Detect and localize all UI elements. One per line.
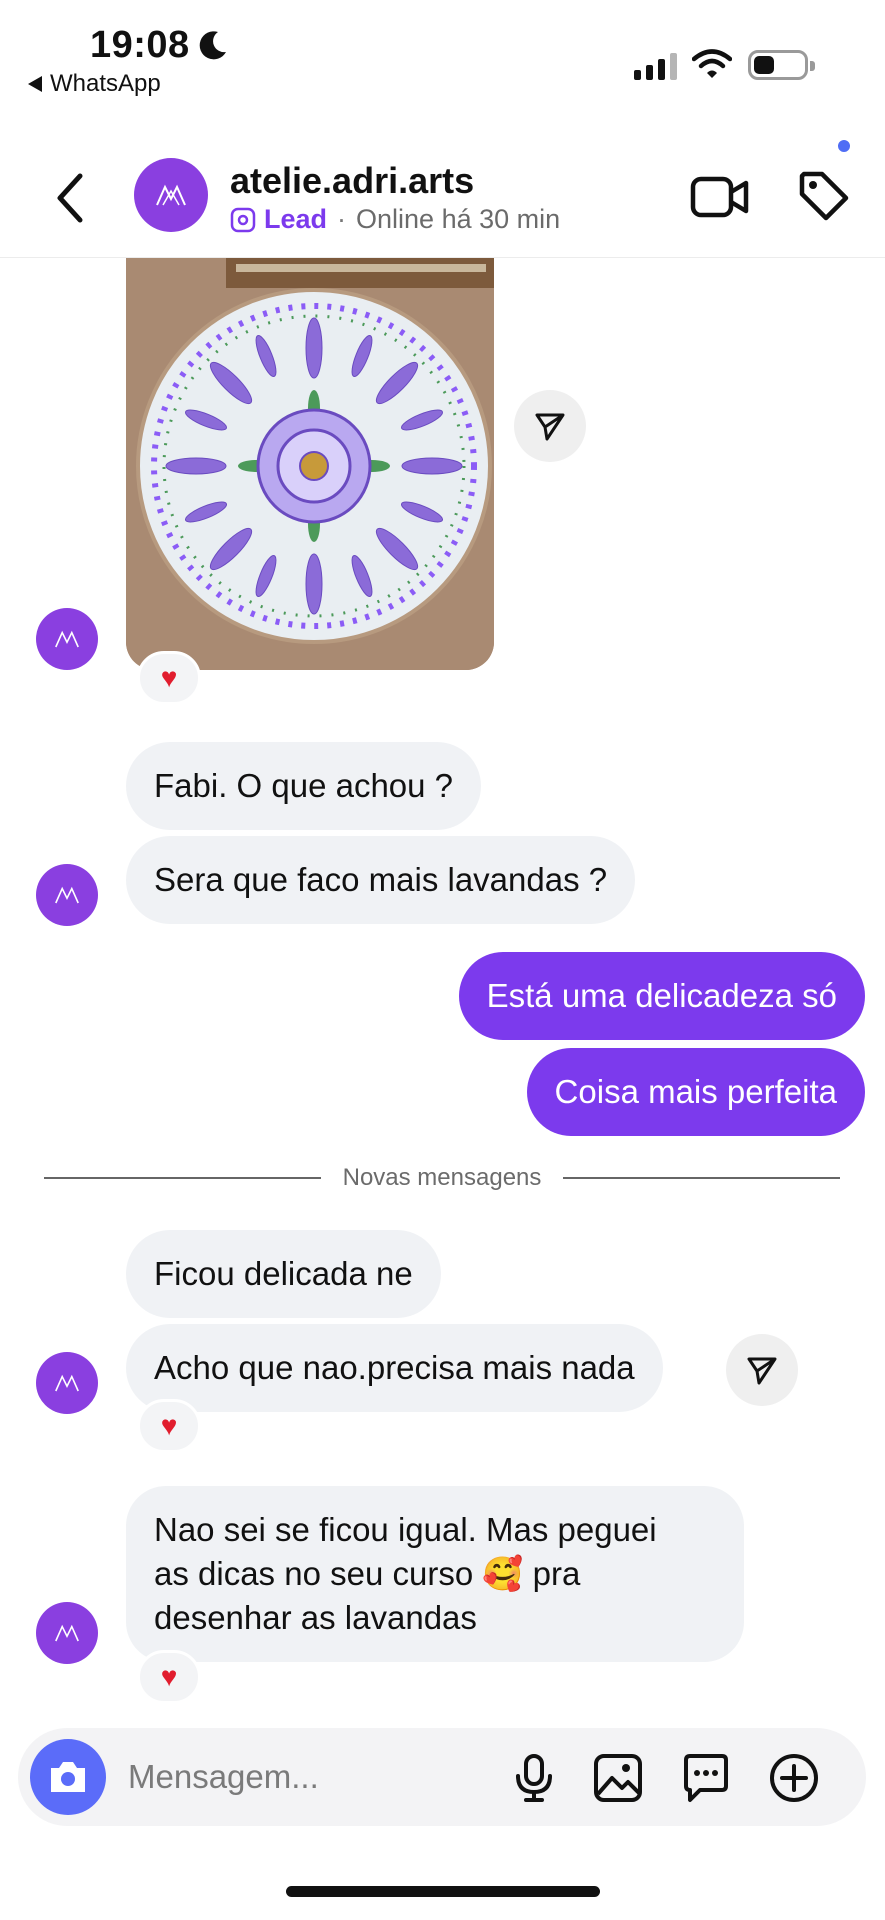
message-line: desenhar as lavandas [154, 1599, 477, 1636]
logo-mark-icon [55, 1624, 79, 1642]
gallery-icon[interactable] [592, 1752, 644, 1804]
heart-reaction[interactable]: ♥ [137, 651, 201, 705]
logo-mark-icon [55, 630, 79, 648]
logo-mark-icon [55, 886, 79, 904]
sender-avatar[interactable] [36, 1602, 98, 1664]
camera-button[interactable] [30, 1739, 106, 1815]
heart-reaction[interactable]: ♥ [137, 1650, 201, 1704]
status-time: 19:08 [90, 24, 190, 66]
lead-badge[interactable]: Lead [230, 204, 327, 235]
contact-name[interactable]: atelie.adri.arts [230, 160, 474, 202]
logo-mark-icon [55, 1374, 79, 1392]
message-line: Nao sei se ficou igual. Mas peguei [154, 1511, 657, 1548]
moon-icon [199, 31, 226, 60]
smiling-hearts-emoji: 🥰 [482, 1555, 524, 1592]
message-line: as dicas no seu curso 🥰 pra [154, 1555, 581, 1592]
sender-avatar[interactable] [36, 608, 98, 670]
heart-icon: ♥ [160, 662, 178, 693]
heart-icon: ♥ [160, 1410, 178, 1441]
heart-reaction[interactable]: ♥ [137, 1399, 201, 1453]
outgoing-message[interactable]: Coisa mais perfeita [526, 1048, 865, 1136]
back-to-app-link[interactable]: WhatsApp [28, 70, 161, 98]
camera-icon [51, 1762, 85, 1792]
back-app-label: WhatsApp [50, 70, 161, 97]
video-call-icon[interactable] [690, 174, 750, 220]
microphone-icon[interactable] [508, 1752, 560, 1804]
message-composer [18, 1728, 866, 1826]
wifi-icon [692, 49, 732, 78]
back-chevron-icon[interactable] [50, 170, 90, 226]
lead-label: Lead [264, 204, 328, 234]
sender-avatar[interactable] [36, 1352, 98, 1414]
incoming-message[interactable]: Acho que nao.precisa mais nada [126, 1324, 663, 1412]
mandala-photo [126, 258, 494, 670]
separator-dot: · [337, 204, 347, 234]
send-icon [535, 413, 565, 441]
tag-icon[interactable] [796, 168, 852, 224]
signal-icon [634, 52, 677, 80]
share-button[interactable] [726, 1334, 798, 1406]
back-triangle-icon [28, 76, 42, 92]
incoming-message[interactable]: Sera que faco mais lavandas ? [126, 836, 636, 924]
home-indicator[interactable] [286, 1886, 600, 1897]
share-button[interactable] [514, 390, 586, 462]
incoming-message[interactable]: Ficou delicada ne [126, 1230, 441, 1318]
message-input[interactable] [128, 1746, 488, 1808]
sender-avatar[interactable] [36, 864, 98, 926]
new-messages-divider: Novas mensagens [44, 1158, 840, 1198]
chat-header: atelie.adri.arts Lead · Online há 30 min [0, 138, 885, 258]
logo-mark-icon [156, 184, 186, 206]
plus-icon[interactable] [768, 1752, 820, 1804]
incoming-message[interactable]: Fabi. O que achou ? [126, 742, 482, 830]
avatar[interactable] [134, 158, 208, 232]
send-icon [747, 1357, 777, 1385]
contact-subtitle: Lead · Online há 30 min [230, 204, 560, 235]
outgoing-message[interactable]: Está uma delicadeza só [458, 952, 865, 1040]
sticker-icon[interactable] [680, 1752, 732, 1804]
message-image[interactable] [126, 258, 494, 670]
online-status: Online há 30 min [356, 204, 561, 234]
heart-icon: ♥ [160, 1661, 178, 1692]
notification-dot [836, 138, 852, 154]
divider-label: Novas mensagens [342, 1164, 542, 1191]
battery-icon [748, 50, 815, 80]
incoming-message[interactable]: Nao sei se ficou igual. Mas peguei as di… [126, 1486, 744, 1662]
lead-icon [230, 207, 256, 232]
